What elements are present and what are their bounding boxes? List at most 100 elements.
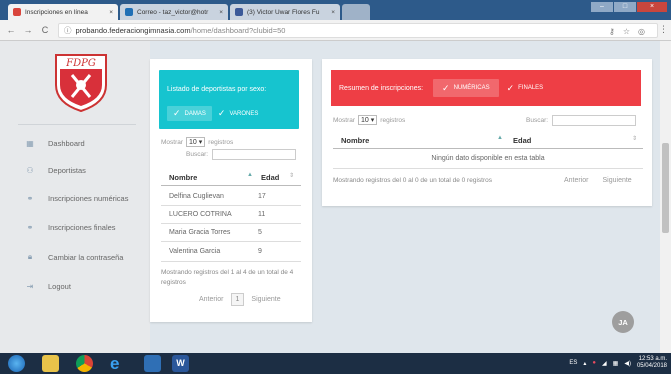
facebook-favicon-icon [235,8,243,16]
show-label: Mostrar [161,138,184,146]
url-host: probando.federaciongimnasia.com [75,26,191,35]
sidebar-item-cambiar-contrasena[interactable]: 🔒︎ Cambiar la contraseña [25,250,124,264]
tab-finales[interactable]: ✓ FINALES [501,81,550,96]
browser-tab-inscripciones[interactable]: Inscripciones en línea × [8,4,118,20]
row-divider [333,168,643,169]
sort-asc-icon[interactable]: ▲ [497,135,503,141]
prev-page-button[interactable]: Anterior [199,296,224,303]
grid-icon: ▦ [26,138,34,148]
search-label: Buscar: [526,117,549,124]
column-header-edad[interactable]: Edad [261,173,279,182]
sidebar-item-dashboard[interactable]: ▦ Dashboard [25,136,84,150]
browser-menu-icon[interactable]: ⋮ [659,24,668,35]
chrome-icon[interactable] [76,355,93,372]
internet-explorer-icon[interactable]: e [110,355,127,372]
group-icon: ⚭ [26,193,34,203]
windows-taskbar: e W ES ▴ ● ◢ ▦ ◀) 12:53 a.m. 05/04/2018 [0,353,671,374]
page-size-control: Mostrar 10 ▾ registros [161,137,233,147]
sidebar-item-label: Inscripciones finales [48,222,116,232]
check-icon: ✓ [173,108,181,118]
pagination: Anterior Siguiente [564,177,632,184]
column-header-edad[interactable]: Edad [513,136,531,145]
sidebar-item-label: Cambiar la contraseña [48,252,124,262]
close-icon[interactable]: × [105,9,113,16]
sort-asc-icon[interactable]: ▲ [247,172,253,178]
sort-icon[interactable]: ⇕ [632,135,637,142]
registration-summary-header: Resumen de inscripciones: ✓ NUMÉRICAS ✓ … [331,70,641,106]
sidebar-item-logout[interactable]: ⇥ Logout [25,279,71,293]
table-info: Mostrando registros del 0 al 0 de un tot… [333,177,492,184]
browser-tab-correo[interactable]: Correo - taz_victor@hotr × [120,4,228,20]
records-label: registros [208,138,234,146]
sidebar-item-inscripciones-finales[interactable]: ⚭ Inscripciones finales [25,220,116,234]
start-button-icon[interactable] [8,355,25,372]
tab-label: NUMÉRICAS [453,85,490,91]
word-icon[interactable]: W [172,355,189,372]
sidebar-item-label: Deportistas [48,165,86,175]
language-indicator[interactable]: ES [569,360,577,366]
scrollbar-thumb[interactable] [662,143,669,233]
tray-app-icon[interactable]: ● [592,360,596,366]
maximize-icon[interactable]: □ [614,2,636,12]
reload-icon[interactable]: C [39,25,51,35]
address-bar[interactable]: ⓘ probando.federaciongimnasia.com /home/… [58,23,658,38]
fdpg-logo: FDPG [55,54,107,113]
file-explorer-icon[interactable] [42,355,59,372]
close-icon[interactable]: × [327,9,335,16]
minimize-icon[interactable]: – [591,2,613,12]
filter-label: VARONES [229,110,259,117]
tab-numericas[interactable]: ✓ NUMÉRICAS [433,79,499,97]
pagination: Anterior 1 Siguiente [199,293,281,306]
next-page-button[interactable]: Siguiente [603,177,632,184]
table-cell-age: 11 [258,211,266,218]
table-cell-name: LUCERO COTRINA [169,211,232,218]
search-input[interactable] [212,149,297,160]
forward-icon[interactable]: → [22,25,34,35]
check-icon: ✓ [217,108,226,118]
key-icon[interactable]: ⚷ [609,27,615,36]
new-tab-button[interactable] [342,4,370,20]
show-label: Mostrar [333,116,356,124]
sort-icon[interactable]: ⇕ [289,172,294,179]
logo-text: FDPG [65,58,96,69]
browser-tab-facebook[interactable]: (3) Victor Uwar Flores Fu × [230,4,340,20]
bookmark-star-icon[interactable]: ☆ [623,27,630,36]
page-1-button[interactable]: 1 [230,293,245,306]
prev-page-button[interactable]: Anterior [564,177,589,184]
search-input[interactable] [552,115,637,126]
filter-varones-button[interactable]: ✓ VARONES [212,106,264,121]
info-icon[interactable]: ⓘ [64,25,72,36]
network-icon[interactable]: ▦ [613,360,619,367]
close-icon[interactable]: × [215,9,223,16]
table-cell-name: Valentina Garcia [169,248,221,255]
shield-icon[interactable]: ◎ [638,27,645,36]
card-title: Listado de deportistas por sexo: [167,86,267,93]
users-icon: ⚇ [26,165,34,175]
window-close-icon[interactable]: × [637,2,667,12]
filter-label: DAMAS [184,110,206,117]
lock-icon: 🔒︎ [27,252,33,261]
group-icon: ⚭ [26,222,34,232]
back-icon[interactable]: ← [5,25,17,35]
media-player-icon[interactable] [144,355,161,372]
sidebar-item-deportistas[interactable]: ⚇ Deportistas [25,163,86,177]
divider [18,124,136,125]
page-size-select[interactable]: 10 ▾ [186,137,206,147]
signal-icon[interactable]: ◢ [602,360,607,367]
page-size-select[interactable]: 10 ▾ [358,115,378,125]
column-header-nombre[interactable]: Nombre [169,173,197,182]
table-cell-age: 9 [258,248,262,255]
page-size-value: 10 [189,138,197,146]
clock[interactable]: 12:53 a.m. 05/04/2018 [637,356,667,370]
row-divider [161,241,301,242]
volume-icon[interactable]: ◀) [624,360,631,367]
sidebar-item-inscripciones-numericas[interactable]: ⚭ Inscripciones numéricas [25,191,129,205]
page-size-value: 10 [361,116,369,124]
column-header-nombre[interactable]: Nombre [341,136,369,145]
tray-arrow-icon[interactable]: ▴ [583,360,586,367]
search-control: Buscar: [186,149,297,160]
mail-favicon-icon [125,8,133,16]
filter-damas-button[interactable]: ✓ DAMAS [167,106,212,121]
user-avatar[interactable]: JA [612,311,634,333]
next-page-button[interactable]: Siguiente [251,296,280,303]
